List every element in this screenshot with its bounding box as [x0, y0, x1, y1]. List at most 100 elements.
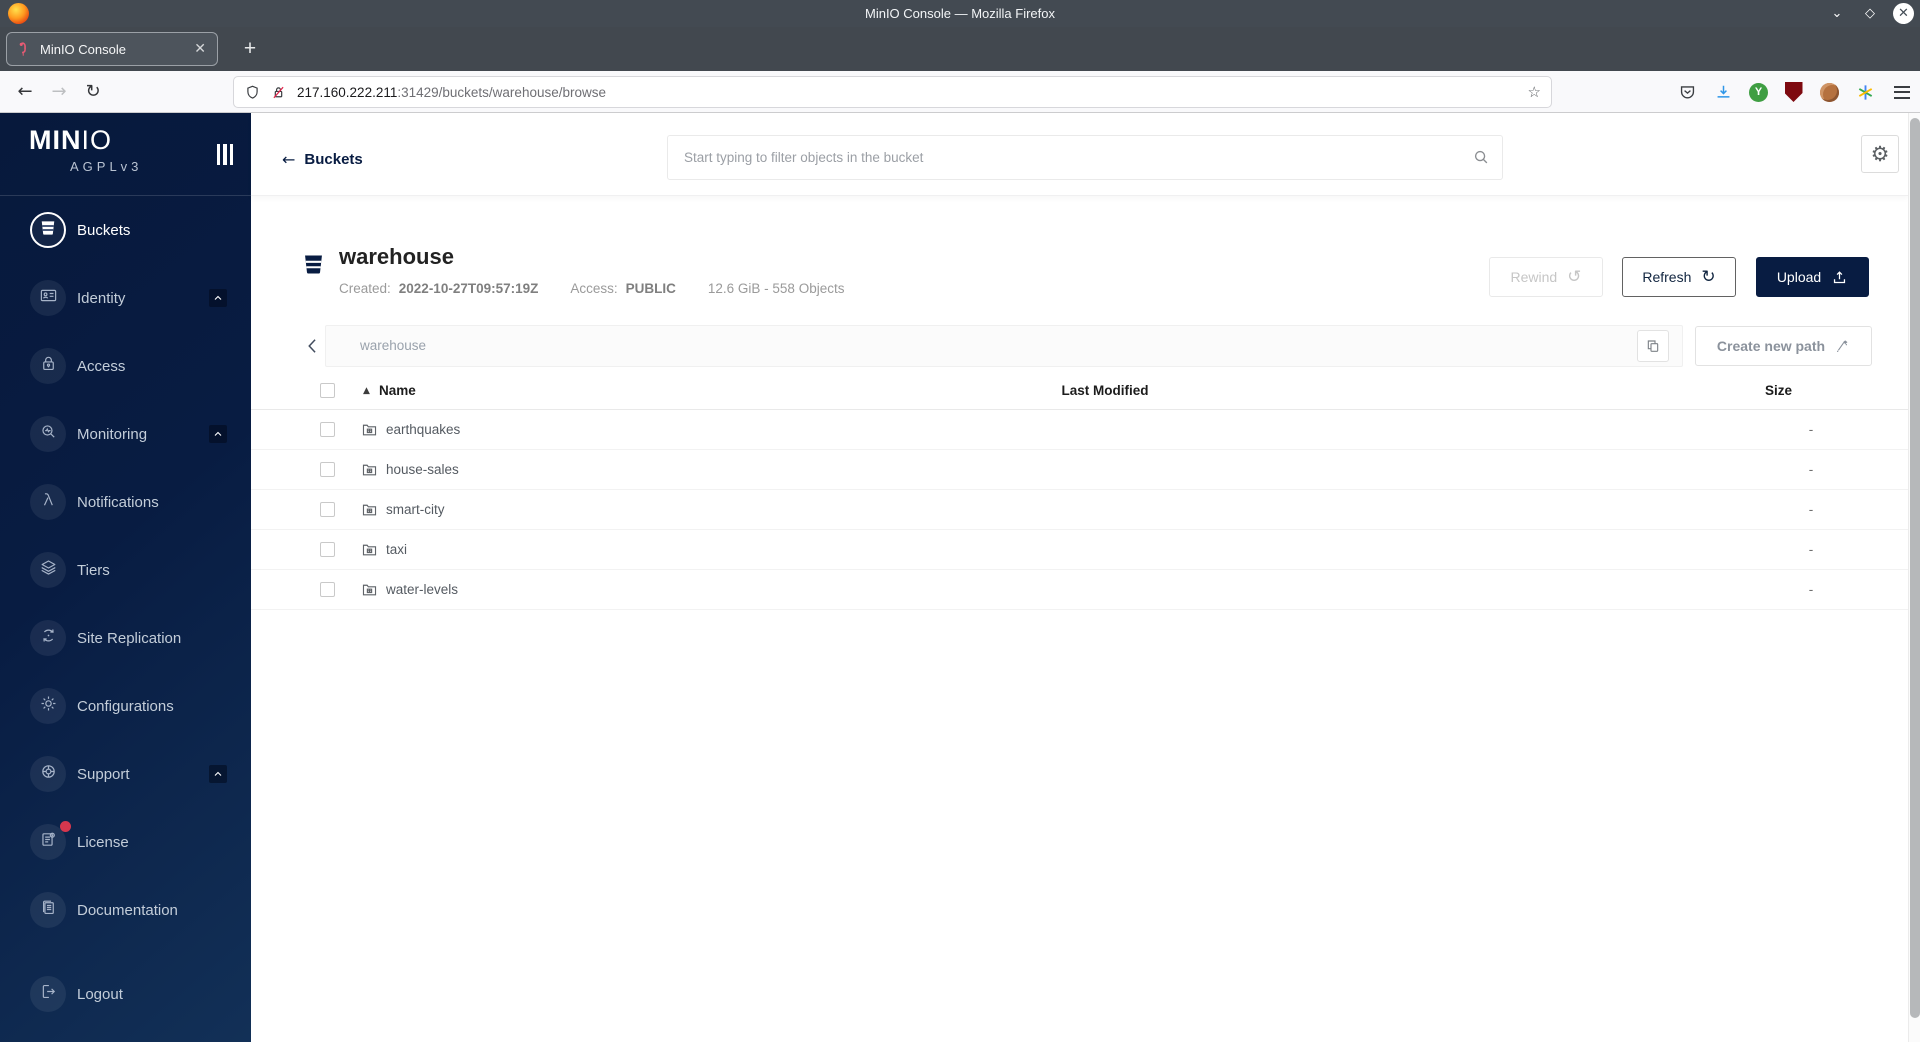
back-icon[interactable]: ← — [8, 81, 42, 102]
url-bar[interactable]: 217.160.222.211:31429/buckets/warehouse/… — [233, 76, 1552, 108]
folder-icon — [361, 541, 378, 563]
path-bar: warehouse Create new path — [251, 325, 1908, 367]
tab-close-icon[interactable]: ✕ — [191, 41, 209, 57]
sidebar-item-monitoring[interactable]: Monitoring — [0, 400, 251, 468]
column-last-modified[interactable]: Last Modified — [1010, 383, 1200, 398]
sidebar-item-configurations[interactable]: Configurations — [0, 672, 251, 740]
pocket-icon[interactable] — [1677, 82, 1698, 103]
new-tab-button[interactable]: + — [236, 35, 264, 63]
chevron-up-icon[interactable] — [209, 289, 227, 307]
copy-icon — [1647, 340, 1659, 352]
select-all-checkbox[interactable] — [320, 383, 335, 398]
column-size[interactable]: Size — [1750, 383, 1792, 398]
object-name: house-sales — [386, 462, 459, 477]
sidebar-item-license[interactable]: License — [0, 808, 251, 876]
sort-asc-icon[interactable]: ▲ — [363, 386, 370, 396]
folder-icon — [361, 581, 378, 603]
sidebar-item-tiers[interactable]: Tiers — [0, 536, 251, 604]
browser-tab[interactable]: MinIO Console ✕ — [6, 32, 218, 66]
upload-button[interactable]: Upload — [1756, 257, 1869, 297]
sidebar-item-access[interactable]: Access — [0, 332, 251, 400]
rewind-icon: ↺ — [1567, 267, 1582, 287]
url-text: 217.160.222.211:31429/buckets/warehouse/… — [297, 85, 1528, 100]
sidebar-item-documentation[interactable]: Documentation — [0, 876, 251, 944]
privacy-extension-icon[interactable]: Y — [1749, 82, 1768, 102]
minimize-icon[interactable]: ⌄ — [1827, 6, 1847, 21]
chevron-up-icon[interactable] — [209, 765, 227, 783]
bookmark-star-icon[interactable]: ☆ — [1528, 83, 1541, 101]
back-arrow-icon: ← — [282, 150, 296, 169]
back-to-buckets-link[interactable]: ← Buckets — [282, 150, 363, 169]
sidebar-collapse-icon[interactable] — [216, 144, 233, 165]
created-label: Created: — [339, 281, 391, 296]
object-size: - — [1808, 462, 1814, 477]
sidebar-item-identity[interactable]: Identity — [0, 264, 251, 332]
url-host: 217.160.222.211 — [297, 84, 398, 100]
hamburger-menu-icon[interactable] — [1891, 82, 1912, 103]
column-name[interactable]: Name — [379, 383, 416, 398]
folder-icon — [361, 421, 378, 443]
insecure-lock-icon[interactable] — [270, 84, 287, 101]
maximize-icon[interactable]: ◇ — [1860, 6, 1880, 21]
access-icon — [39, 354, 58, 378]
rewind-button[interactable]: Rewind ↺ — [1489, 257, 1603, 297]
download-icon[interactable] — [1713, 82, 1734, 103]
access-label: Access: — [570, 281, 618, 296]
cookie-extension-icon[interactable] — [1820, 82, 1839, 102]
object-size: - — [1808, 502, 1814, 517]
reload-icon[interactable]: ↻ — [76, 81, 110, 102]
sidebar-nav: Buckets Identity Access Monitoring Notif… — [0, 196, 251, 1028]
forward-icon[interactable]: → — [42, 81, 76, 102]
sidebar-item-notifications[interactable]: Notifications — [0, 468, 251, 536]
row-checkbox[interactable] — [320, 542, 335, 557]
shield-icon[interactable] — [244, 84, 261, 101]
sidebar-item-site-replication[interactable]: Site Replication — [0, 604, 251, 672]
settings-gear-icon[interactable]: ⚙ — [1861, 135, 1899, 173]
created-value: 2022-10-27T09:57:19Z — [398, 281, 539, 296]
filter-objects-input[interactable] — [667, 135, 1503, 180]
close-icon[interactable]: ✕ — [1893, 3, 1914, 24]
identity-icon — [39, 286, 58, 310]
table-row[interactable]: smart-city - — [251, 490, 1908, 530]
sidebar-item-support[interactable]: Support — [0, 740, 251, 808]
chevron-up-icon[interactable] — [209, 425, 227, 443]
object-size: - — [1808, 422, 1814, 437]
table-row[interactable]: taxi - — [251, 530, 1908, 570]
row-checkbox[interactable] — [320, 582, 335, 597]
url-path: :31429/buckets/warehouse/browse — [397, 84, 606, 100]
scrollbar-thumb[interactable] — [1910, 118, 1920, 1018]
sidebar-item-buckets[interactable]: Buckets — [0, 196, 251, 264]
copy-path-button[interactable] — [1637, 330, 1669, 362]
bucket-icon — [38, 218, 58, 243]
license-badge-dot — [60, 821, 71, 832]
sidebar: MINIO AGPLv3 Buckets Identity Access Mon… — [0, 113, 251, 1042]
create-path-icon — [1837, 340, 1848, 352]
table-row[interactable]: water-levels - — [251, 570, 1908, 610]
container-extension-icon[interactable] — [1855, 82, 1876, 103]
license-tag: AGPLv3 — [70, 159, 143, 174]
ublock-origin-icon[interactable] — [1784, 82, 1803, 102]
tab-title: MinIO Console — [40, 41, 126, 57]
bucket-usage: 12.6 GiB - 558 Objects — [707, 281, 845, 296]
object-table-body: earthquakes - house-sales - smart-city - — [251, 410, 1908, 610]
bucket-meta: Created: 2022-10-27T09:57:19Z Access: PU… — [339, 281, 844, 296]
object-name: smart-city — [386, 502, 445, 517]
row-checkbox[interactable] — [320, 422, 335, 437]
firefox-window: MinIO Console — Mozilla Firefox ⌄ ◇ ✕ Mi… — [0, 0, 1920, 1042]
table-row[interactable]: house-sales - — [251, 450, 1908, 490]
logout-icon — [39, 982, 58, 1006]
path-back-button[interactable] — [300, 325, 326, 367]
window-title: MinIO Console — Mozilla Firefox — [865, 6, 1055, 21]
row-checkbox[interactable] — [320, 462, 335, 477]
refresh-icon: ↻ — [1701, 267, 1716, 287]
table-row[interactable]: earthquakes - — [251, 410, 1908, 450]
row-checkbox[interactable] — [320, 502, 335, 517]
browser-toolbar: ← → ↻ 217.160.222.211:31429/buckets/ware… — [0, 71, 1920, 113]
page-header: ← Buckets ⚙ — [251, 113, 1908, 196]
sidebar-item-logout[interactable]: Logout — [0, 960, 251, 1028]
refresh-button[interactable]: Refresh ↻ — [1622, 257, 1736, 297]
page-scrollbar[interactable] — [1908, 113, 1920, 1042]
window-titlebar: MinIO Console — Mozilla Firefox ⌄ ◇ ✕ — [0, 0, 1920, 27]
tiers-icon — [39, 558, 58, 582]
create-new-path-button[interactable]: Create new path — [1695, 326, 1872, 366]
